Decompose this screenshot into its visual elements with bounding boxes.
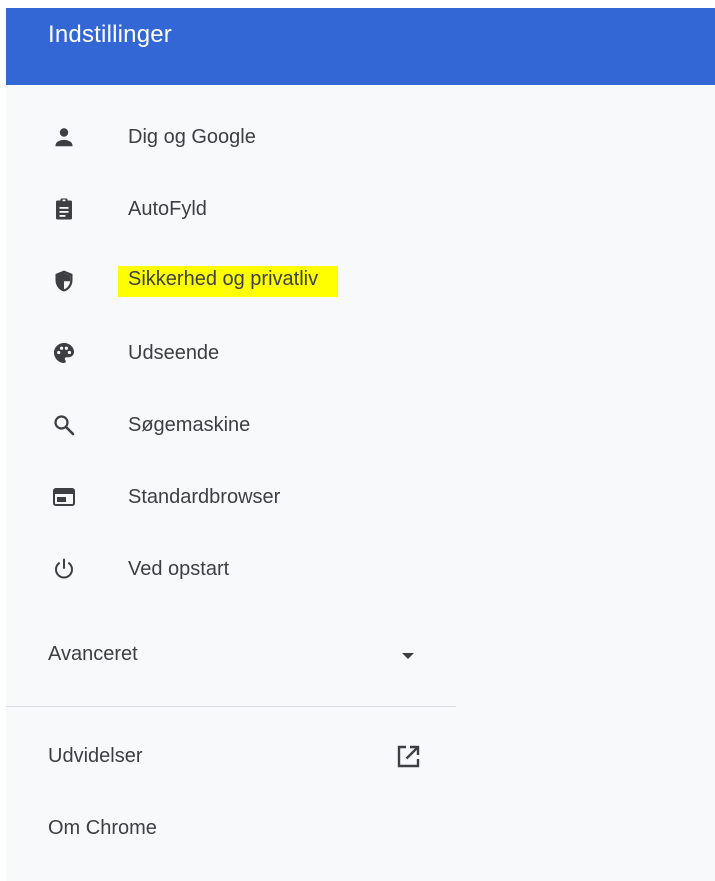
about-chrome-link[interactable]: Om Chrome <box>6 801 456 857</box>
palette-icon <box>52 341 76 365</box>
sidebar-item-label: Søgemaskine <box>128 414 251 436</box>
settings-window: Indstillinger Dig og Google AutoFyld Sik… <box>6 8 715 881</box>
sidebar-item-you-and-google[interactable]: Dig og Google <box>6 109 456 165</box>
person-icon <box>52 125 76 149</box>
settings-header: Indstillinger <box>6 8 715 85</box>
open-in-new-icon <box>394 743 422 771</box>
advanced-label: Avanceret <box>48 643 138 665</box>
sidebar-item-label: Ved opstart <box>128 558 230 580</box>
extensions-label: Udvidelser <box>48 745 143 767</box>
advanced-toggle[interactable]: Avanceret <box>6 627 456 683</box>
sidebar-item-label: Udseende <box>128 342 220 364</box>
sidebar-item-search-engine[interactable]: Søgemaskine <box>6 397 456 453</box>
sidebar-item-default-browser[interactable]: Standardbrowser <box>6 469 456 525</box>
sidebar-item-label: Standardbrowser <box>128 486 281 508</box>
extensions-link[interactable]: Udvidelser <box>6 729 456 785</box>
sidebar-item-label: Dig og Google <box>128 126 256 148</box>
about-label: Om Chrome <box>48 817 157 839</box>
sidebar-item-label: AutoFyld <box>128 198 207 220</box>
clipboard-icon <box>52 197 76 221</box>
sidebar-item-appearance[interactable]: Udseende <box>6 325 456 381</box>
sidebar-item-security-privacy[interactable]: Sikkerhed og privatliv <box>6 253 456 309</box>
search-icon <box>52 413 76 437</box>
page-title: Indstillinger <box>48 21 172 48</box>
shield-icon <box>52 269 76 293</box>
browser-window-icon <box>52 485 76 509</box>
sidebar-item-label: Sikkerhed og privatliv <box>118 266 339 297</box>
power-icon <box>52 557 76 581</box>
sidebar-item-on-startup[interactable]: Ved opstart <box>6 541 456 597</box>
arrow-drop-down-icon <box>402 653 414 659</box>
sidebar-item-autofill[interactable]: AutoFyld <box>6 181 456 237</box>
sidebar-divider <box>6 706 456 707</box>
